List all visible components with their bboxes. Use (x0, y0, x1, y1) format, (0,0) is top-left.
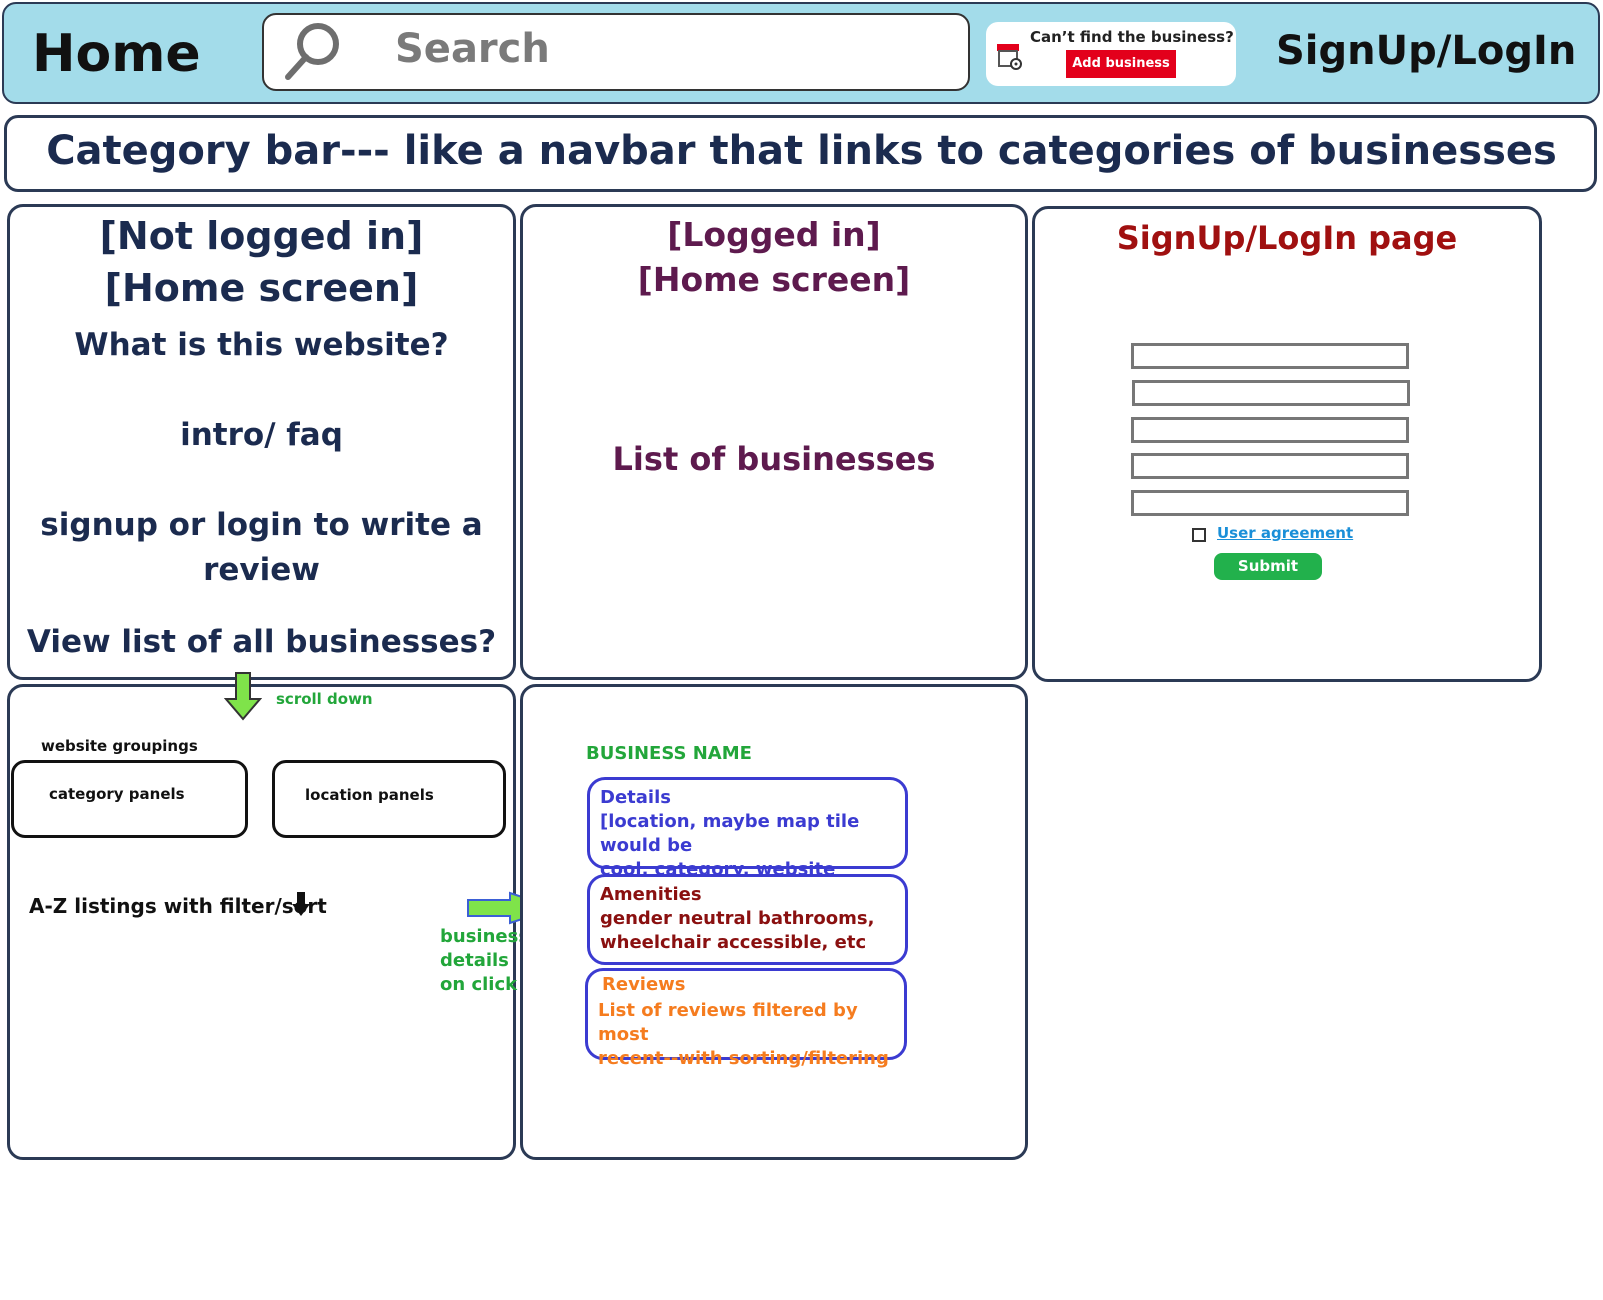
add-business-question: Can’t find the business? (1030, 28, 1234, 46)
business-details-note: business details on click (440, 925, 529, 997)
agreement-checkbox[interactable] (1192, 528, 1206, 542)
form-field-2[interactable] (1132, 380, 1410, 406)
signup-prompt-line2: review (203, 552, 320, 588)
business-details-note-line1: business (440, 926, 530, 947)
reviews-line1: List of reviews filtered by most (598, 1000, 858, 1045)
form-field-3[interactable] (1131, 417, 1409, 443)
reviews-card: Reviews List of reviews filtered by most… (585, 968, 907, 1069)
list-of-businesses: List of businesses (612, 440, 936, 478)
amenities-line1: gender neutral bathrooms, (600, 908, 875, 929)
add-business-button[interactable]: Add business (1066, 50, 1176, 78)
home-screen-label: [Home screen] (104, 266, 419, 310)
az-listings-label[interactable]: A-Z listings with filter/sort (29, 894, 327, 918)
form-field-1[interactable] (1131, 343, 1409, 369)
home-screen-label-2: [Home screen] (637, 260, 911, 299)
form-field-4[interactable] (1131, 453, 1409, 479)
user-agreement-link[interactable]: User agreement (1217, 524, 1353, 542)
amenities-title: Amenities (600, 884, 702, 905)
reviews-line2: recent--with sorting/filtering (598, 1048, 889, 1069)
business-name: BUSINESS NAME (586, 743, 752, 764)
panel-signup (1032, 206, 1542, 682)
website-groupings-label: website groupings (41, 737, 198, 755)
search-input[interactable] (262, 13, 970, 91)
reviews-title: Reviews (602, 974, 686, 995)
view-list-link[interactable]: View list of all businesses? (7, 624, 516, 660)
business-details-note-line2: details (440, 950, 509, 971)
submit-button[interactable]: Submit (1214, 553, 1322, 580)
details-title: Details (600, 787, 671, 808)
search-placeholder: Search (395, 26, 550, 72)
not-logged-in-label: [Not logged in] (99, 214, 424, 258)
intro-faq: intro/ faq (180, 417, 343, 453)
home-link[interactable]: Home (32, 24, 201, 84)
scroll-down-arrow-icon (224, 672, 262, 721)
logged-in-label: [Logged in] (667, 215, 881, 254)
location-panels-label: location panels (305, 786, 434, 804)
details-line1: [location, maybe map tile would be (600, 811, 860, 856)
panel-scrolled-home (7, 684, 516, 1160)
amenities-line2: wheelchair accessible, etc (600, 932, 867, 953)
form-field-5[interactable] (1131, 490, 1409, 516)
signup-prompt-line1: signup or login to write a (40, 507, 483, 543)
search-icon (285, 23, 339, 80)
signup-page-title: SignUp/LogIn page (1116, 219, 1458, 257)
what-is-website: What is this website? (74, 327, 449, 363)
details-card: Details [location, maybe map tile would … (587, 777, 908, 880)
shop-icon (997, 44, 1022, 70)
scroll-down-note: scroll down (276, 690, 373, 708)
down-arrow-icon (292, 892, 310, 916)
category-panels-label: category panels (49, 785, 185, 803)
signup-login-link[interactable]: SignUp/LogIn (1276, 28, 1576, 74)
business-details-note-line3: on click (440, 974, 518, 995)
category-bar-label: Category bar--- like a navbar that links… (46, 128, 1557, 174)
amenities-card: Amenities gender neutral bathrooms, whee… (587, 874, 908, 965)
